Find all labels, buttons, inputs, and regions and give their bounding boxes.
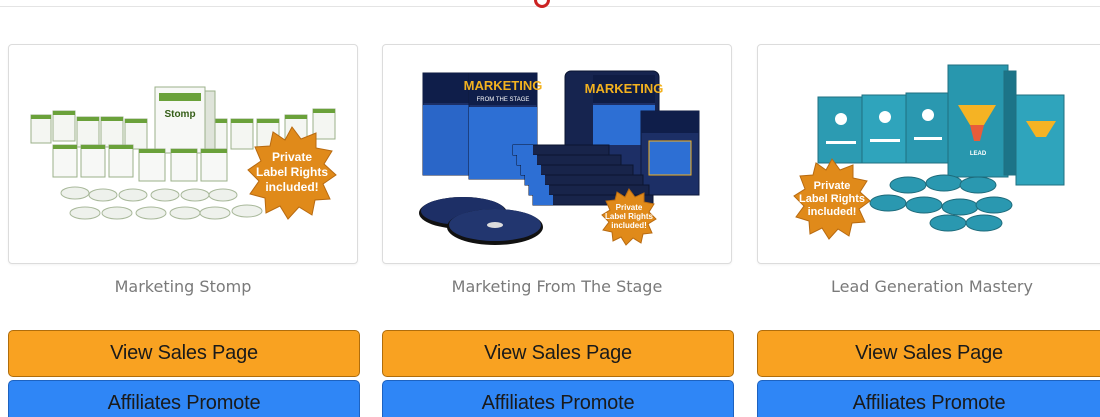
svg-text:FROM THE STAGE: FROM THE STAGE bbox=[477, 97, 530, 103]
product-grid-page: Stomp Private Label Rights included! Mar… bbox=[0, 0, 1100, 417]
svg-text:LEAD: LEAD bbox=[970, 151, 987, 157]
product-card: Stomp Private Label Rights included! Mar… bbox=[8, 44, 360, 417]
header-divider bbox=[0, 6, 1100, 7]
view-sales-page-button[interactable]: View Sales Page bbox=[8, 330, 360, 377]
svg-text:Label Rights: Label Rights bbox=[605, 212, 654, 221]
svg-text:included!: included! bbox=[265, 180, 318, 194]
svg-text:Private: Private bbox=[272, 150, 312, 164]
svg-text:Label Rights: Label Rights bbox=[256, 165, 328, 179]
marketing-from-the-stage-bundle-image: MARKETING FROM THE STAGE MARKETING Priva… bbox=[419, 70, 700, 246]
svg-text:Stomp: Stomp bbox=[164, 109, 195, 120]
affiliates-promote-button[interactable]: Affiliates Promote bbox=[8, 380, 360, 417]
svg-text:Label Rights: Label Rights bbox=[799, 193, 865, 205]
svg-text:Private: Private bbox=[616, 203, 643, 212]
product-card: MARKETING FROM THE STAGE MARKETING Priva… bbox=[382, 44, 734, 417]
view-sales-page-button[interactable]: View Sales Page bbox=[757, 330, 1100, 377]
svg-text:MARKETING: MARKETING bbox=[585, 81, 664, 96]
product-card: LEAD Private Label Rights included! Lead… bbox=[757, 44, 1100, 417]
view-sales-page-button[interactable]: View Sales Page bbox=[382, 330, 734, 377]
svg-text:included!: included! bbox=[611, 221, 647, 230]
affiliates-promote-button[interactable]: Affiliates Promote bbox=[757, 380, 1100, 417]
svg-text:Private: Private bbox=[814, 180, 851, 192]
marketing-stomp-bundle-image: Stomp Private Label Rights included! bbox=[30, 86, 337, 220]
affiliates-promote-button[interactable]: Affiliates Promote bbox=[382, 380, 734, 417]
svg-text:MARKETING: MARKETING bbox=[464, 78, 543, 93]
product-image[interactable]: MARKETING FROM THE STAGE MARKETING Priva… bbox=[382, 44, 732, 264]
product-image[interactable]: LEAD Private Label Rights included! bbox=[757, 44, 1100, 264]
product-title: Lead Generation Mastery bbox=[831, 277, 1033, 296]
product-title: Marketing Stomp bbox=[114, 277, 252, 296]
svg-text:included!: included! bbox=[808, 206, 857, 218]
product-title: Marketing From The Stage bbox=[451, 277, 663, 296]
lead-generation-mastery-bundle-image: LEAD Private Label Rights included! bbox=[793, 64, 1065, 240]
product-image[interactable]: Stomp Private Label Rights included! bbox=[8, 44, 358, 264]
